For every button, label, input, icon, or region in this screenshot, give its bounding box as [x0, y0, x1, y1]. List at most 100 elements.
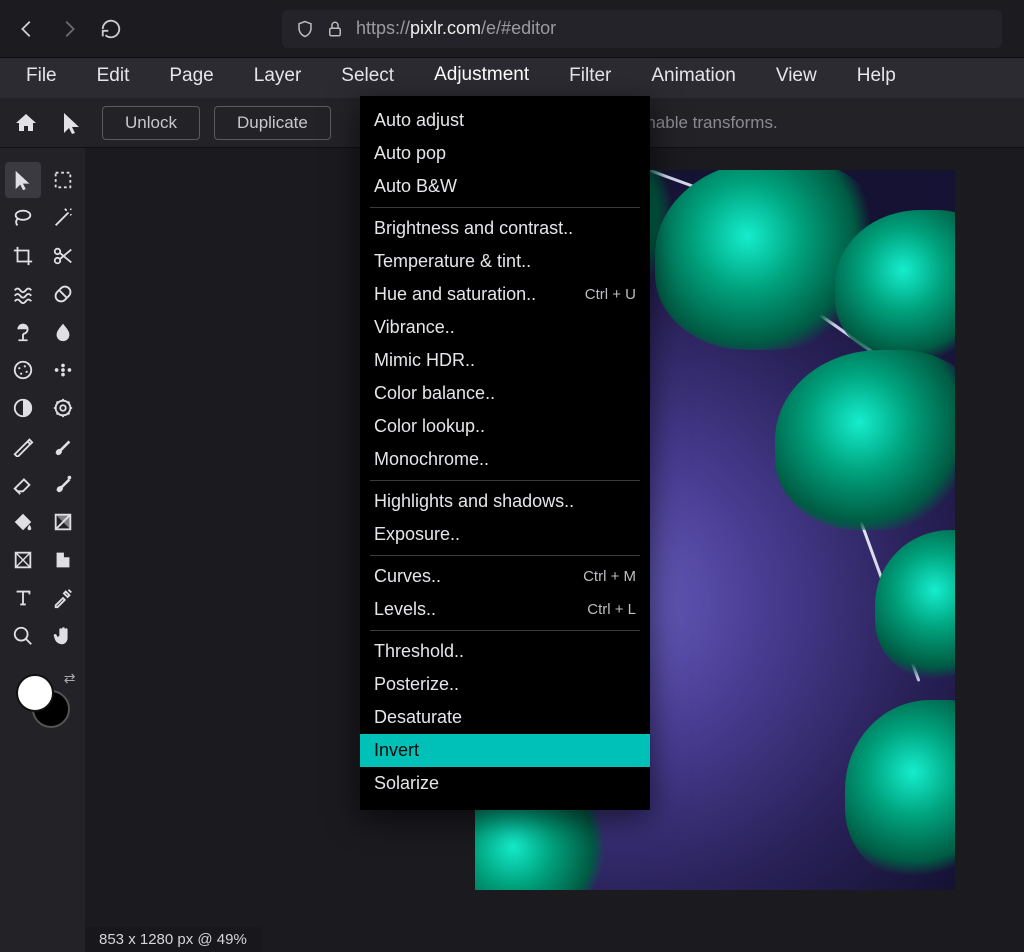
menu-view[interactable]: View: [770, 59, 823, 97]
clone-tool[interactable]: [5, 314, 41, 350]
menu-select[interactable]: Select: [335, 59, 400, 97]
menuitem-invert[interactable]: Invert: [360, 734, 650, 767]
menu-adjustment[interactable]: Adjustment: [428, 58, 535, 99]
wand-tool[interactable]: [45, 200, 81, 236]
menuitem-levels[interactable]: Levels.. Ctrl + L: [360, 593, 650, 626]
menuitem-label: Curves..: [374, 566, 441, 587]
frame-tool[interactable]: [45, 542, 81, 578]
menuitem-brightness-and-contrast[interactable]: Brightness and contrast..: [360, 212, 650, 245]
pattern-tool[interactable]: [5, 352, 41, 388]
menuitem-label: Auto B&W: [374, 176, 457, 197]
eraser-tool[interactable]: [5, 466, 41, 502]
menuitem-label: Vibrance..: [374, 317, 455, 338]
sponge-tool[interactable]: [45, 390, 81, 426]
home-icon[interactable]: [10, 107, 42, 139]
tool-panel: ⇄: [0, 148, 85, 952]
shield-icon: [296, 20, 314, 38]
menuitem-temperature-tint[interactable]: Temperature & tint..: [360, 245, 650, 278]
menuitem-curves[interactable]: Curves.. Ctrl + M: [360, 560, 650, 593]
status-bar: 853 x 1280 px @ 49%: [85, 927, 261, 952]
url-text: https://pixlr.com/e/#editor: [356, 18, 556, 39]
menuitem-label: Posterize..: [374, 674, 459, 695]
heal-tool[interactable]: [45, 276, 81, 312]
replace-color-tool[interactable]: [45, 466, 81, 502]
menuitem-label: Color lookup..: [374, 416, 485, 437]
menu-help[interactable]: Help: [851, 59, 902, 97]
menu-edit[interactable]: Edit: [91, 59, 136, 97]
menuitem-label: Exposure..: [374, 524, 460, 545]
menuitem-color-lookup[interactable]: Color lookup..: [360, 410, 650, 443]
menuitem-label: Levels..: [374, 599, 436, 620]
arrow-tool[interactable]: [5, 162, 41, 198]
lasso-tool[interactable]: [5, 200, 41, 236]
reload-icon[interactable]: [100, 18, 122, 40]
address-bar[interactable]: https://pixlr.com/e/#editor: [282, 10, 1002, 48]
swap-colors-icon[interactable]: ⇄: [64, 670, 76, 687]
menuitem-auto-adjust[interactable]: Auto adjust: [360, 104, 650, 137]
menuitem-posterize[interactable]: Posterize..: [360, 668, 650, 701]
adjustment-menu: Auto adjust Auto pop Auto B&W Brightness an…: [360, 96, 650, 810]
menuitem-label: Hue and saturation..: [374, 284, 536, 305]
color-swatches[interactable]: ⇄: [16, 674, 70, 728]
menuitem-mimic-hdr[interactable]: Mimic HDR..: [360, 344, 650, 377]
menuitem-label: Brightness and contrast..: [374, 218, 573, 239]
menu-separator: [370, 555, 640, 556]
menuitem-highlights-and-shadows[interactable]: Highlights and shadows..: [360, 485, 650, 518]
menuitem-auto-pop[interactable]: Auto pop: [360, 137, 650, 170]
unlock-button[interactable]: Unlock: [102, 106, 200, 140]
menuitem-label: Auto pop: [374, 143, 446, 164]
liquify-tool[interactable]: [5, 276, 41, 312]
menuitem-label: Temperature & tint..: [374, 251, 531, 272]
lock-icon: [326, 20, 344, 38]
text-tool[interactable]: [5, 580, 41, 616]
menuitem-label: Color balance..: [374, 383, 495, 404]
back-icon[interactable]: [16, 18, 38, 40]
hand-tool[interactable]: [45, 618, 81, 654]
menuitem-vibrance[interactable]: Vibrance..: [360, 311, 650, 344]
menuitem-solarize[interactable]: Solarize: [360, 767, 650, 800]
cut-tool[interactable]: [45, 238, 81, 274]
menu-page[interactable]: Page: [163, 59, 219, 97]
shape-tool[interactable]: [5, 542, 41, 578]
menuitem-label: Mimic HDR..: [374, 350, 475, 371]
menuitem-threshold[interactable]: Threshold..: [360, 635, 650, 668]
menu-separator: [370, 630, 640, 631]
menuitem-label: Solarize: [374, 773, 439, 794]
browser-toolbar: https://pixlr.com/e/#editor: [0, 0, 1024, 58]
marquee-tool[interactable]: [45, 162, 81, 198]
menu-animation[interactable]: Animation: [645, 59, 742, 97]
fill-tool[interactable]: [5, 504, 41, 540]
gradient-tool[interactable]: [45, 504, 81, 540]
menu-separator: [370, 207, 640, 208]
menuitem-label: Desaturate: [374, 707, 462, 728]
zoom-tool[interactable]: [5, 618, 41, 654]
forward-icon: [58, 18, 80, 40]
menuitem-label: Auto adjust: [374, 110, 464, 131]
foreground-color-swatch[interactable]: [16, 674, 54, 712]
dodge-tool[interactable]: [5, 390, 41, 426]
menuitem-exposure[interactable]: Exposure..: [360, 518, 650, 551]
disperse-tool[interactable]: [45, 352, 81, 388]
menu-separator: [370, 480, 640, 481]
menu-layer[interactable]: Layer: [248, 59, 308, 97]
menuitem-shortcut: Ctrl + M: [583, 568, 636, 585]
menuitem-desaturate[interactable]: Desaturate: [360, 701, 650, 734]
menuitem-shortcut: Ctrl + U: [585, 286, 636, 303]
menu-file[interactable]: File: [20, 59, 63, 97]
menuitem-hue-and-saturation[interactable]: Hue and saturation.. Ctrl + U: [360, 278, 650, 311]
brush-tool[interactable]: [45, 428, 81, 464]
menuitem-monochrome[interactable]: Monochrome..: [360, 443, 650, 476]
blur-tool[interactable]: [45, 314, 81, 350]
menuitem-color-balance[interactable]: Color balance..: [360, 377, 650, 410]
menuitem-shortcut: Ctrl + L: [587, 601, 636, 618]
duplicate-button[interactable]: Duplicate: [214, 106, 331, 140]
crop-tool[interactable]: [5, 238, 41, 274]
pen-tool[interactable]: [5, 428, 41, 464]
menu-filter[interactable]: Filter: [563, 59, 617, 97]
menubar: File Edit Page Layer Select Adjustment Filter A…: [0, 58, 1024, 98]
menuitem-label: Highlights and shadows..: [374, 491, 574, 512]
menuitem-label: Invert: [374, 740, 419, 761]
menuitem-auto-b-w[interactable]: Auto B&W: [360, 170, 650, 203]
picker-tool[interactable]: [45, 580, 81, 616]
pointer-icon[interactable]: [56, 107, 88, 139]
